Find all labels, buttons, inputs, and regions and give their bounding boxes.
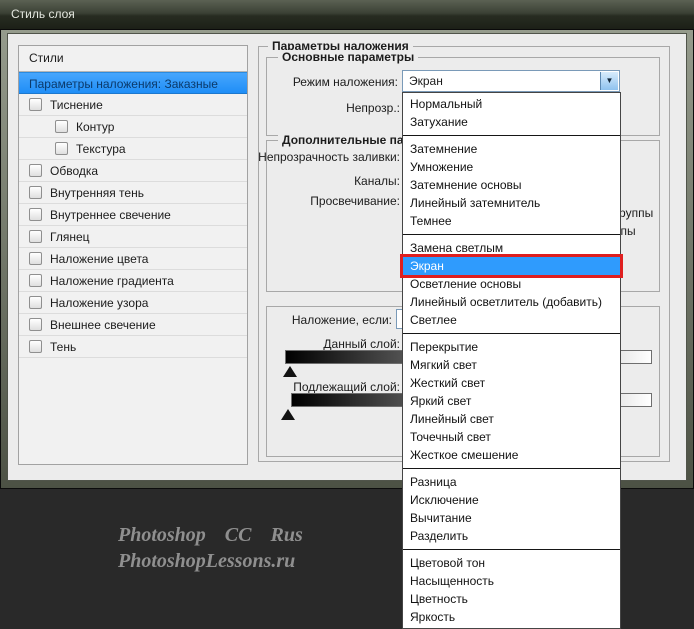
sidebar-item-label: Наложение градиента [50, 273, 174, 288]
blend-mode-option[interactable]: Затемнение основы [403, 176, 620, 194]
sidebar-item[interactable]: Тень [19, 336, 247, 358]
sidebar-item[interactable]: Внутренняя тень [19, 182, 247, 204]
window-titlebar[interactable]: Стиль слоя [0, 0, 694, 30]
blend-mode-value: Экран [409, 74, 443, 88]
checkbox-icon[interactable] [55, 142, 68, 155]
blend-mode-option[interactable]: Нормальный [403, 95, 620, 113]
sidebar-item-label: Внешнее свечение [50, 317, 156, 332]
sidebar-item-label: Тень [50, 339, 77, 354]
blend-if-label: Наложение, если: [291, 313, 392, 327]
blend-mode-option[interactable]: Затухание [403, 113, 620, 131]
sidebar-item[interactable]: Наложение узора [19, 292, 247, 314]
sidebar-item-blending-options[interactable]: Параметры наложения: Заказные [19, 72, 247, 94]
watermark-line1: Photoshop CC Rus [118, 524, 303, 546]
checkbox-icon[interactable] [29, 98, 42, 111]
sidebar-item-label: Тиснение [50, 97, 103, 112]
blend-mode-option[interactable]: Жесткий свет [403, 374, 620, 392]
sidebar-item[interactable]: Глянец [19, 226, 247, 248]
blend-mode-option[interactable]: Осветление основы [403, 275, 620, 293]
checkbox-icon[interactable] [29, 296, 42, 309]
sidebar-items: Тиснение Контур Текстура Обводка Внутренняя … [19, 94, 247, 358]
blend-mode-option[interactable]: Затемнение [403, 140, 620, 158]
blend-mode-option[interactable]: Замена светлым [403, 239, 620, 257]
checkbox-icon[interactable] [29, 318, 42, 331]
watermark-line2: PhotoshopLessons.ru [118, 550, 296, 572]
channels-label: Каналы: [354, 174, 400, 188]
underlying-layer-label: Подлежащий слой: [293, 380, 400, 394]
sidebar-item[interactable]: Внешнее свечение [19, 314, 247, 336]
menu-separator [403, 234, 620, 235]
sidebar-item-label: Наложение узора [50, 295, 149, 310]
menu-separator [403, 468, 620, 469]
checkbox-icon[interactable] [29, 230, 42, 243]
blend-mode-option[interactable]: Насыщенность [403, 572, 620, 590]
styles-list-panel: Стили Параметры наложения: Заказные Тисн… [18, 45, 248, 465]
blend-mode-option[interactable]: Разделить [403, 527, 620, 545]
slider-handle-icon[interactable] [283, 366, 297, 377]
checkbox-icon[interactable] [55, 120, 68, 133]
watermark: Photoshop CC Rus PhotoshopLessons.ru [118, 522, 303, 574]
checkbox-icon[interactable] [29, 274, 42, 287]
sidebar-item-label: Наложение цвета [50, 251, 149, 266]
chevron-down-icon[interactable]: ▼ [600, 72, 618, 90]
blend-mode-option[interactable]: Светлее [403, 311, 620, 329]
checkbox-icon[interactable] [29, 164, 42, 177]
sidebar-item-label: Обводка [50, 163, 99, 178]
sidebar-item-label: Глянец [50, 229, 90, 244]
blend-mode-option[interactable]: Темнее [403, 212, 620, 230]
sidebar-item[interactable]: Тиснение [19, 94, 247, 116]
blend-mode-option[interactable]: Линейный свет [403, 410, 620, 428]
blend-mode-option[interactable]: Точечный свет [403, 428, 620, 446]
blend-mode-option[interactable]: Экран [400, 254, 623, 278]
sidebar-item[interactable]: Внутреннее свечение [19, 204, 247, 226]
blend-mode-option[interactable]: Мягкий свет [403, 356, 620, 374]
menu-separator [403, 333, 620, 334]
blend-mode-option[interactable]: Яркий свет [403, 392, 620, 410]
opacity-label: Непрозр.: [346, 101, 400, 115]
sidebar-item-label: Внутренняя тень [50, 185, 144, 200]
blend-mode-option[interactable]: Вычитание [403, 509, 620, 527]
blend-mode-listbox: Нормальный Затухание Затемнение Умножение За… [400, 92, 623, 629]
blend-mode-option[interactable]: Цветовой тон [403, 554, 620, 572]
knockout-label: Просвечивание: [310, 194, 400, 208]
sidebar-item[interactable]: Наложение цвета [19, 248, 247, 270]
sidebar-item-label: Внутреннее свечение [50, 207, 171, 222]
blend-mode-option[interactable]: Жесткое смешение [403, 446, 620, 464]
blend-mode-option[interactable]: Умножение [403, 158, 620, 176]
blend-mode-option[interactable]: Исключение [403, 491, 620, 509]
blend-mode-combobox[interactable]: Экран ▼ [402, 70, 620, 92]
checkbox-icon[interactable] [29, 252, 42, 265]
sidebar-item[interactable]: Контур [19, 116, 247, 138]
general-blending-group-label: Основные параметры [278, 50, 419, 64]
blend-mode-option[interactable]: Линейный осветлитель (добавить) [403, 293, 620, 311]
checkbox-icon[interactable] [29, 208, 42, 221]
checkbox-icon[interactable] [29, 186, 42, 199]
checkbox-icon[interactable] [29, 340, 42, 353]
blend-mode-option[interactable]: Линейный затемнитель [403, 194, 620, 212]
slider-handle-icon[interactable] [281, 409, 295, 420]
sidebar-item-label: Текстура [76, 141, 126, 156]
blend-mode-option[interactable]: Разница [403, 473, 620, 491]
this-layer-label: Данный слой: [323, 337, 400, 351]
window-title: Стиль слоя [11, 7, 75, 21]
menu-separator [403, 549, 620, 550]
blend-mode-label: Режим наложения: [292, 75, 398, 89]
blend-mode-option[interactable]: Перекрытие [403, 338, 620, 356]
sidebar-item[interactable]: Обводка [19, 160, 247, 182]
sidebar-item[interactable]: Текстура [19, 138, 247, 160]
sidebar-item[interactable]: Наложение градиента [19, 270, 247, 292]
menu-separator [403, 135, 620, 136]
blend-mode-option[interactable]: Яркость [403, 608, 620, 626]
blend-mode-option[interactable]: Цветность [403, 590, 620, 608]
styles-list-header: Стили [19, 46, 247, 72]
sidebar-item-label: Контур [76, 119, 115, 134]
fill-opacity-label: Непрозрачность заливки: [258, 150, 400, 164]
